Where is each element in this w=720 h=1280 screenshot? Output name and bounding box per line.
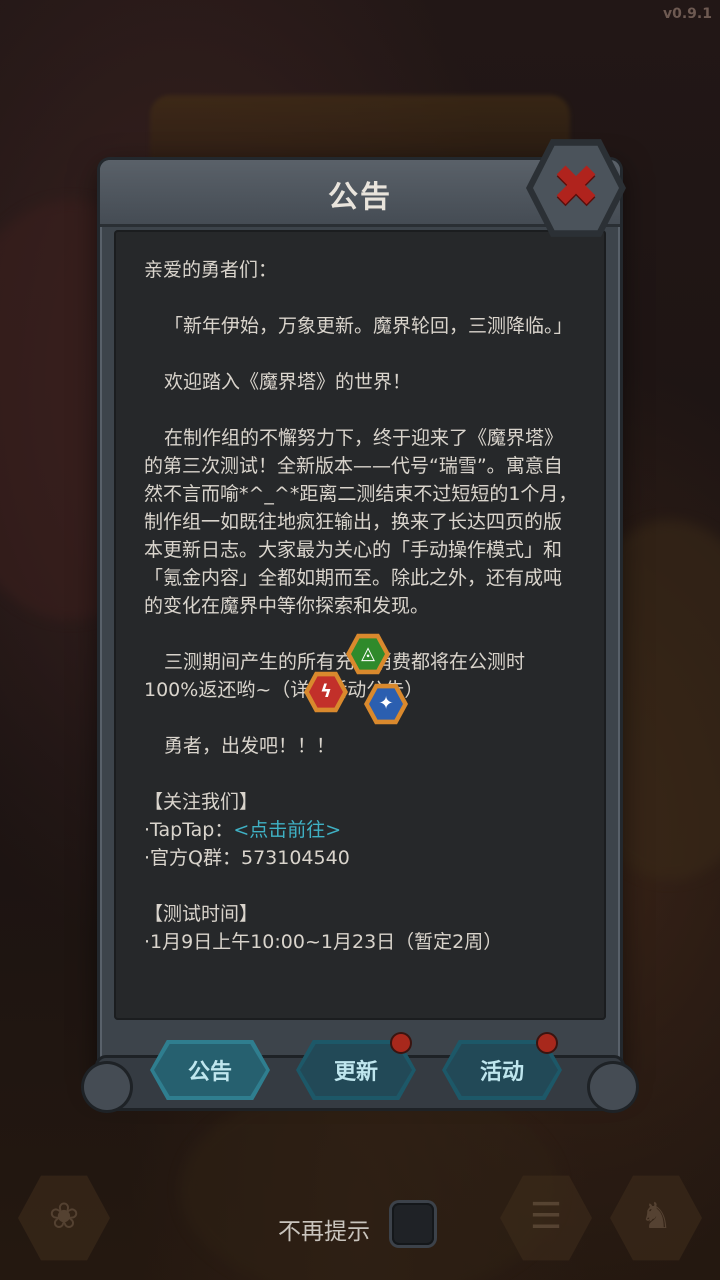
announcement-text: 亲爱的勇者们： 「新年伊始，万象更新。魔界轮回，三测降临。」 欢迎踏入《魔界塔》的世… xyxy=(144,256,578,956)
announcement-paragraph: 「新年伊始，万象更新。魔界轮回，三测降临。」 xyxy=(164,315,573,337)
loading-gem-icon: ϟ xyxy=(304,670,348,714)
loading-gem-icon: ◬ xyxy=(346,632,390,676)
taptap-line: ·TapTap：<点击前往> xyxy=(144,819,342,841)
tab-0[interactable]: 公告 xyxy=(150,1040,270,1100)
tab-2[interactable]: 活动 xyxy=(442,1034,562,1100)
version-label: v0.9.1 xyxy=(663,6,712,22)
do-not-remind-checkbox[interactable] xyxy=(392,1203,434,1245)
tab-label: 活动 xyxy=(479,1060,524,1085)
announcement-paragraph: 欢迎踏入《魔界塔》的世界！ xyxy=(164,371,412,393)
do-not-remind-label: 不再提示 xyxy=(278,1219,370,1245)
announcement-dialog: 公告 亲爱的勇者们： 「新年伊始，万象更新。魔界轮回，三测降临。」 欢迎踏入《魔界塔… xyxy=(100,160,620,1080)
scroll-ornament-right-icon xyxy=(590,1064,636,1110)
tab-label: 更新 xyxy=(333,1060,378,1085)
close-button[interactable]: ✖ xyxy=(526,136,626,240)
qq-group-line: ·官方Q群：573104540 xyxy=(144,847,350,869)
close-icon: ✖ xyxy=(551,152,601,220)
loading-gem-icon: ✦ xyxy=(364,682,408,726)
scroll-ornament-left-icon xyxy=(84,1064,130,1110)
tab-label: 公告 xyxy=(187,1060,232,1085)
tab-bar: 公告 更新 活动 xyxy=(84,1030,636,1120)
taptap-link[interactable]: <点击前往> xyxy=(233,819,341,841)
announcement-paragraph: 勇者，出发吧！！！ xyxy=(164,735,336,757)
announcement-paragraph: 在制作组的不懈努力下，终于迎来了《魔界塔》的第三次测试！全新版本——代号“瑞雪”… xyxy=(144,427,578,617)
tab-1[interactable]: 更新 xyxy=(296,1034,416,1100)
announcement-paragraph: 【关注我们】 xyxy=(144,791,259,813)
announcement-content[interactable]: 亲爱的勇者们： 「新年伊始，万象更新。魔界轮回，三测降临。」 欢迎踏入《魔界塔》的世… xyxy=(114,230,606,1020)
notification-badge xyxy=(538,1034,556,1052)
notification-badge xyxy=(392,1034,410,1052)
announcement-paragraph: 亲爱的勇者们： xyxy=(144,259,278,281)
test-time-heading: 【测试时间】 xyxy=(144,903,259,925)
test-time-line: ·1月9日上午10:00~1月23日（暂定2周） xyxy=(144,931,503,953)
